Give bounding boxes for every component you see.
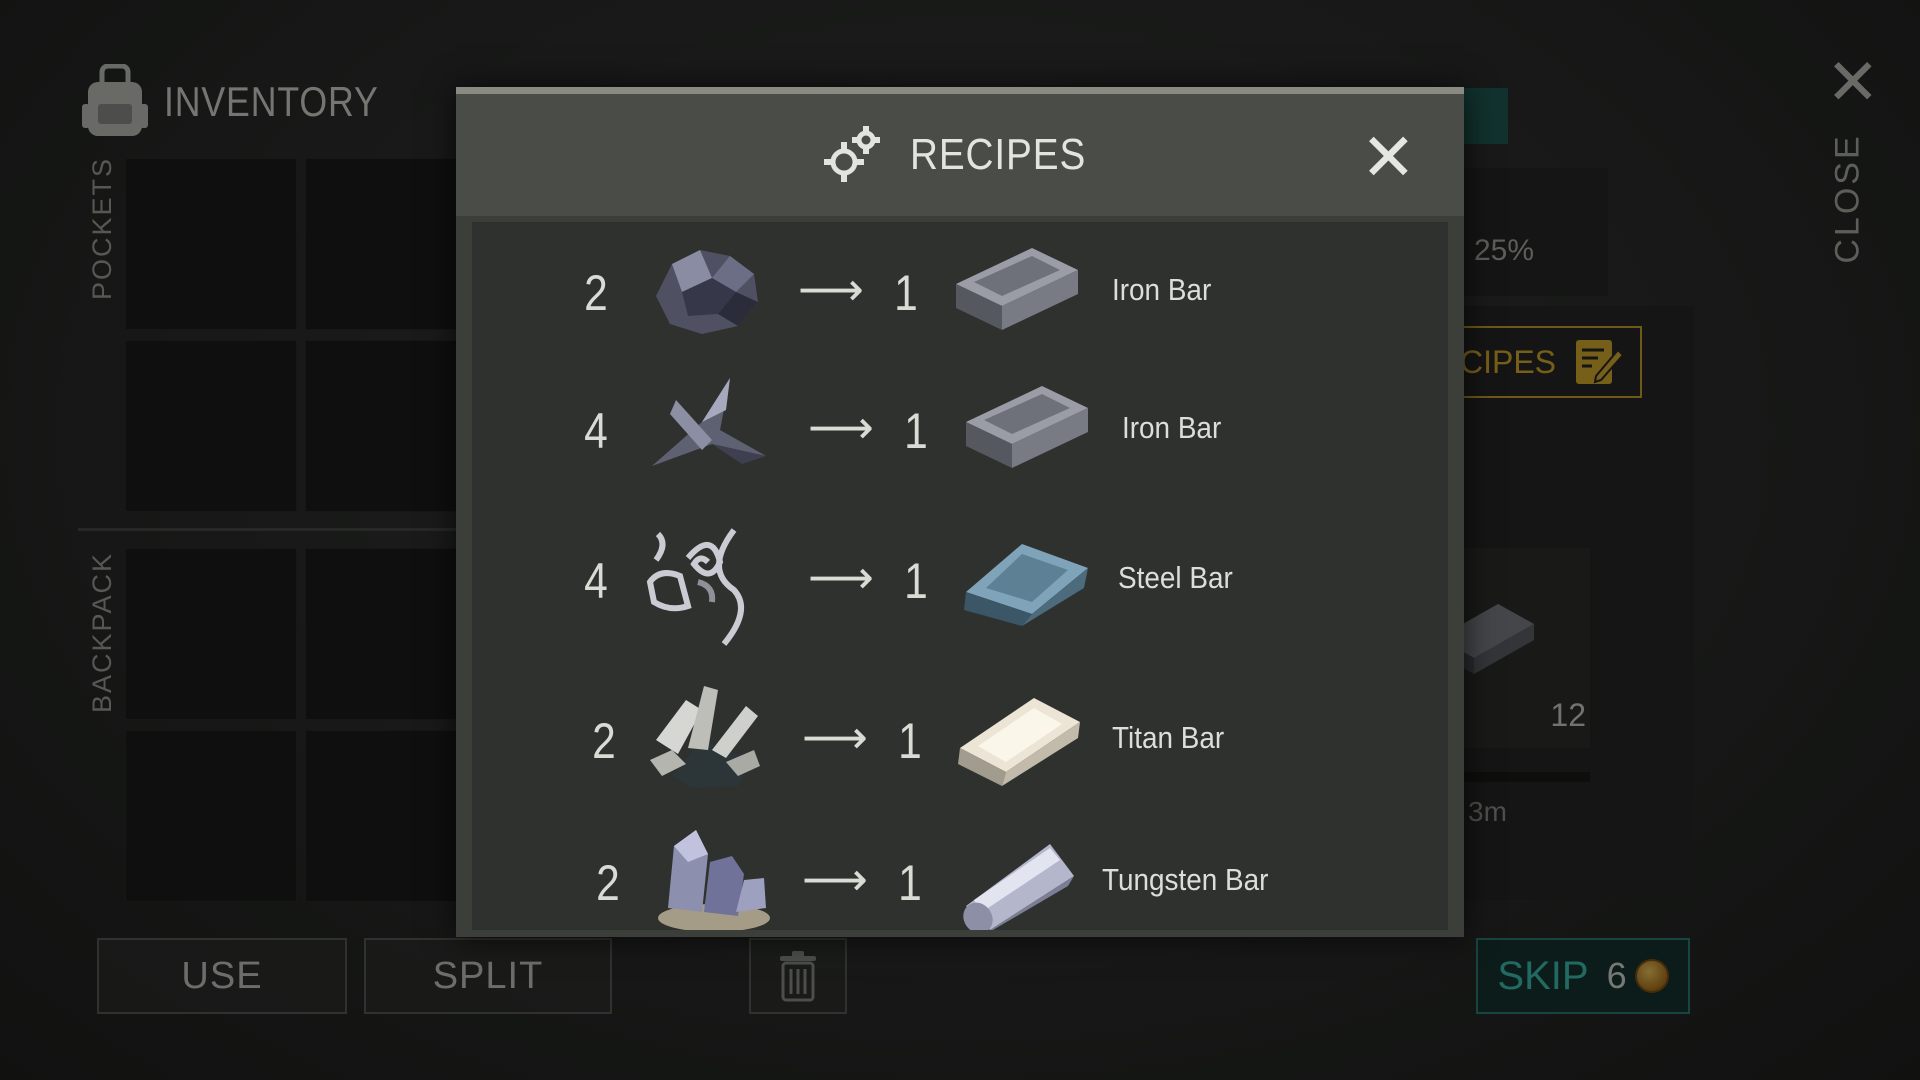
input-quantity: 2 [592, 713, 616, 769]
product-name: Titan Bar [1112, 720, 1225, 755]
recipes-modal: RECIPES ✕ 2 ⟶ 1 Iron Bar 4 ⟶ 1 Iron Bar … [456, 87, 1464, 937]
iron-ore-icon [656, 250, 758, 334]
recipe-row[interactable]: 2 ⟶ 1 Titan Bar [472, 670, 1448, 810]
split-button[interactable]: SPLIT [364, 938, 612, 1014]
coin-icon [1634, 959, 1669, 993]
input-quantity: 4 [584, 553, 608, 609]
recipe-row[interactable]: 4 ⟶ 1 Iron Bar [472, 360, 1448, 500]
scrap-metal-icon [652, 378, 766, 466]
use-button[interactable]: USE [97, 938, 347, 1014]
titan-bar-icon [958, 698, 1080, 786]
iron-bar-icon [966, 386, 1088, 468]
arrow-icon: ⟶ [802, 711, 868, 763]
recipe-row[interactable]: 2 ⟶ 1 Tungsten Bar [472, 812, 1448, 930]
use-button-label: USE [181, 954, 263, 997]
tungsten-bar-icon [963, 844, 1074, 930]
modal-header: RECIPES [456, 94, 1464, 216]
recipe-row[interactable]: 4 ⟶ 1 Steel Bar [472, 512, 1448, 652]
notepad-icon [1576, 340, 1624, 384]
time-text: 3m [1468, 796, 1507, 827]
backpack-slot[interactable] [305, 730, 477, 902]
steel-shavings-icon [646, 528, 744, 646]
arrow-icon: ⟶ [808, 551, 874, 603]
stack-count: 12 [1550, 697, 1586, 733]
backpack-slot[interactable] [305, 548, 477, 720]
skip-cost: 6 [1606, 955, 1627, 996]
output-quantity: 1 [894, 265, 918, 321]
info-box: 25% [1440, 168, 1608, 296]
arrow-icon: ⟶ [802, 853, 868, 905]
product-name: Iron Bar [1122, 410, 1222, 445]
titan-crystal-icon [650, 686, 760, 788]
product-name: Iron Bar [1112, 272, 1212, 307]
tungsten-ore-icon [658, 830, 770, 930]
backpack-label: BACKPACK [87, 551, 118, 713]
inventory-header: INVENTORY [80, 64, 417, 140]
backpack-slot[interactable] [125, 548, 297, 720]
recipe-list: 2 ⟶ 1 Iron Bar 4 ⟶ 1 Iron Bar 4 ⟶ 1 Stee… [472, 222, 1448, 930]
inventory-divider [78, 528, 478, 531]
crafting-panel: ECIPES 12 3m [1430, 306, 1694, 900]
pocket-slot[interactable] [305, 340, 477, 512]
split-button-label: SPLIT [432, 954, 544, 997]
arrow-icon: ⟶ [808, 401, 874, 453]
pocket-slot[interactable] [125, 158, 297, 330]
trash-button[interactable] [749, 938, 847, 1014]
backpack-icon [82, 64, 148, 136]
modal-close-icon[interactable]: ✕ [1361, 124, 1416, 190]
recipe-row[interactable]: 2 ⟶ 1 Iron Bar [472, 222, 1448, 362]
output-quantity: 1 [904, 553, 928, 609]
arrow-icon: ⟶ [798, 263, 864, 315]
gears-icon [823, 126, 880, 182]
product-name: Tungsten Bar [1102, 862, 1269, 897]
skip-button-label: SKIP [1497, 953, 1589, 998]
input-quantity: 2 [584, 265, 608, 321]
output-quantity: 1 [898, 713, 922, 769]
pocket-slot[interactable] [125, 340, 297, 512]
trash-icon [780, 951, 816, 1002]
pocket-slot[interactable] [305, 158, 477, 330]
input-quantity: 4 [584, 403, 608, 459]
product-name: Steel Bar [1118, 560, 1233, 595]
output-quantity: 1 [904, 403, 928, 459]
percent-text: 25% [1474, 234, 1535, 267]
iron-bar-icon [956, 248, 1078, 330]
modal-title: RECIPES [909, 130, 1087, 179]
inventory-title: INVENTORY [164, 78, 379, 125]
pockets-label: POCKETS [87, 156, 118, 300]
steel-bar-icon [964, 544, 1088, 626]
close-label[interactable]: CLOSE [1829, 133, 1868, 263]
backpack-slot[interactable] [125, 730, 297, 902]
skip-button[interactable]: SKIP 6 [1476, 938, 1690, 1014]
input-quantity: 2 [596, 855, 620, 911]
close-icon[interactable]: ✕ [1826, 50, 1880, 114]
output-quantity: 1 [898, 855, 922, 911]
